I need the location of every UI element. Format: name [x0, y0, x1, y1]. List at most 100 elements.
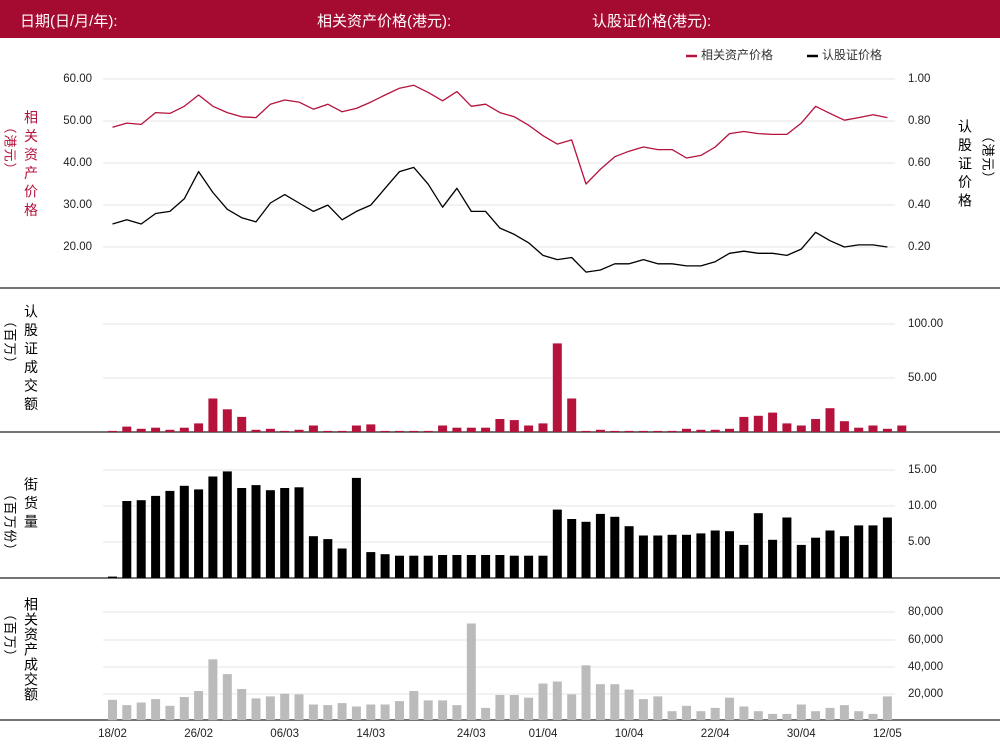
street-stock-bar-0 — [108, 576, 117, 578]
warrant-turnover-bar-17 — [351, 425, 361, 432]
warrant-turnover-axis-label-char-3: 成 — [24, 359, 38, 375]
warrant-turnover-bar-36 — [624, 430, 634, 432]
asset-turnover-bar-27 — [495, 695, 505, 720]
asset-turnover-bar-7 — [208, 659, 218, 721]
street-stock-bar-52 — [854, 525, 864, 578]
street-stock-bar-16 — [337, 548, 347, 578]
street-stock-bar-18 — [366, 552, 376, 578]
warrant-turnover-bar-27 — [495, 419, 505, 432]
street-stock-bar-25 — [466, 555, 476, 578]
street-stock-bar-5 — [179, 485, 189, 578]
gridlines — [103, 78, 895, 695]
x-tick-5: 01/04 — [529, 728, 558, 740]
street-stock-axis-label: 街货量 （百万份） — [3, 477, 38, 557]
asset-turnover-bar-4 — [165, 705, 175, 720]
asset-turnover-bar-5 — [179, 697, 189, 720]
asset-turnover-bar-54 — [882, 696, 892, 720]
street-stock-bar-35 — [610, 516, 620, 578]
warrant-turnover-bar-40 — [682, 428, 691, 432]
street-stock-bar-15 — [323, 539, 333, 578]
left-axis-label-paren-3: ） — [3, 162, 18, 175]
x-tick-1: 26/02 — [184, 728, 213, 740]
asset-turnover-bar-30 — [538, 683, 548, 720]
asset-turnover-axis-label-paren-0: （ — [3, 607, 18, 620]
warrant-turnover-bar-10 — [251, 429, 261, 432]
street-stock-bar-13 — [294, 487, 304, 578]
warrant-turnover-axis-label-paren-2: 万 — [3, 342, 18, 355]
warrant-turnover-bar-48 — [796, 425, 806, 432]
asset-turnover-bar-35 — [610, 684, 620, 720]
asset-turnover-bar-24 — [452, 705, 462, 720]
street-stock-bar-53 — [868, 525, 878, 578]
asset-turnover-axis-label-paren-3: ） — [3, 649, 18, 662]
street-stock-bar-23 — [438, 555, 448, 578]
axis-labels: 相关资产价格（港元）认股证价格（港元）认股证成交额（百万）街货量（百万份）相关资… — [3, 110, 996, 703]
asset-turnover-axis-label-paren-2: 万 — [3, 635, 18, 648]
street-stock-axis-label-paren-3: 份 — [3, 529, 18, 542]
asset-turnover-bar-45 — [753, 711, 763, 720]
street-stock-bar-24 — [452, 555, 462, 578]
street-stock-axis-label-char-0: 街 — [24, 477, 38, 493]
left-axis-label-char-0: 相 — [24, 110, 38, 126]
asset-turnover-bar-44 — [739, 706, 749, 720]
asset-price-line — [112, 84, 888, 185]
warrant-turnover-bar-55 — [897, 425, 907, 432]
right-tick-4: 0.20 — [908, 241, 930, 253]
left-axis-label-char-4: 价 — [24, 184, 38, 200]
right-axis-label-char-1: 股 — [958, 137, 972, 153]
asset-turnover-bar-39 — [667, 711, 677, 720]
right-axis-label-char-4: 格 — [958, 193, 972, 209]
street-stock-bar-51 — [839, 536, 849, 578]
asset-turnover-bar-36 — [624, 689, 634, 720]
asset-turnover-tick-2: 40,000 — [908, 661, 943, 673]
asset-turnover-bar-12 — [280, 693, 290, 720]
right-tick-3: 0.40 — [908, 199, 930, 211]
price-lines — [112, 84, 888, 273]
asset-turnover-tick-3: 20,000 — [908, 688, 943, 700]
right-axis-label-char-3: 价 — [958, 174, 972, 190]
x-tick-3: 14/03 — [356, 728, 385, 740]
warrant-turnover-bar-15 — [323, 430, 333, 432]
warrant-turnover-bar-2 — [136, 428, 146, 432]
left-tick-1: 50.00 — [63, 115, 92, 127]
asset-turnover-bar-53 — [868, 713, 878, 720]
warrant-turnover-axis-label: 认股证成交额 （百万） — [3, 304, 38, 413]
asset-turnover-bar-15 — [323, 705, 333, 720]
asset-turnover-bar-20 — [395, 701, 404, 720]
street-stock-axis-label-paren-4: ） — [3, 543, 18, 556]
warrant-turnover-bar-53 — [868, 425, 878, 432]
asset-turnover-axis-label-char-2: 资 — [24, 627, 38, 643]
warrant-turnover-bar-8 — [222, 409, 232, 432]
x-tick-9: 12/05 — [873, 728, 902, 740]
left-tick-4: 20.00 — [63, 241, 92, 253]
warrant-turnover-axis-label-paren-3: ） — [3, 356, 18, 369]
asset-turnover-bar-11 — [265, 696, 275, 720]
street-stock-bar-41 — [696, 533, 706, 578]
warrant-turnover-bar-30 — [538, 423, 548, 432]
street-stock-bar-40 — [682, 534, 691, 578]
asset-turnover-axis-label-char-1: 关 — [24, 612, 38, 628]
street-stock-bar-47 — [782, 517, 792, 578]
warrant-turnover-axis-label-char-0: 认 — [24, 304, 38, 320]
right-axis-label-char-2: 证 — [958, 156, 972, 172]
asset-turnover-bar-33 — [581, 665, 591, 720]
warrant-turnover-bar-35 — [610, 430, 620, 432]
warrant-turnover-bar-46 — [768, 412, 778, 432]
warrant-turnover-bar-3 — [151, 427, 161, 432]
asset-turnover-bar-26 — [481, 707, 491, 720]
asset-turnover-bar-14 — [308, 704, 318, 720]
warrant-turnover-tick-0: 100.00 — [908, 318, 943, 330]
asset-turnover-bar-1 — [122, 705, 132, 720]
asset-turnover-bar-0 — [108, 699, 117, 721]
warrant-turnover-bar-43 — [725, 428, 734, 432]
legend[interactable]: 相关资产价格 认股证价格 — [686, 47, 882, 62]
asset-turnover-tick-0: 80,000 — [908, 606, 943, 618]
street-stock-axis-label-paren-0: （ — [3, 487, 18, 500]
asset-turnover-tick-1: 60,000 — [908, 634, 943, 646]
warrant-turnover-bar-0 — [108, 430, 117, 432]
warrant-turnover-bar-5 — [179, 427, 189, 432]
asset-turnover-axis-label: 相关资产成交额 （百万） — [3, 597, 38, 703]
asset-turnover-bar-48 — [796, 704, 806, 720]
asset-turnover-bar-22 — [423, 700, 433, 720]
left-axis-label-paren-1: 港 — [3, 134, 18, 147]
